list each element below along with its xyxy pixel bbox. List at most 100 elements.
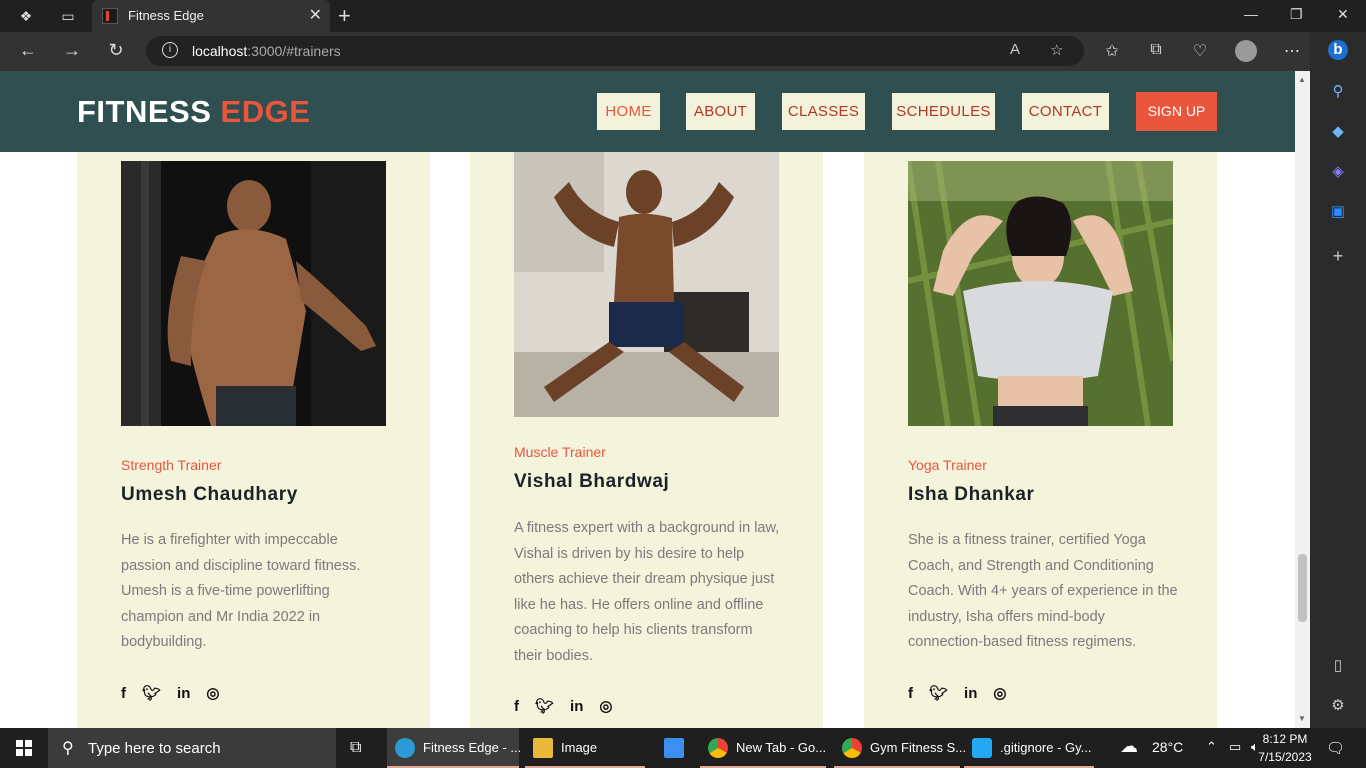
linkedin-icon[interactable]: in <box>177 685 190 702</box>
twitter-icon[interactable]: 🐦︎ <box>142 684 161 702</box>
nav-about[interactable]: ABOUT <box>686 93 755 130</box>
taskbar-app-label: .gitignore - Gy... <box>1000 740 1092 755</box>
trainer-role: Muscle Trainer <box>514 444 606 460</box>
minimize-icon[interactable]: — <box>1244 6 1258 22</box>
address-toolbar: ← → ↻ i localhost:3000/#trainers A ☆ ✩ ⧉… <box>0 32 1366 71</box>
bing-icon[interactable]: b <box>1328 40 1348 60</box>
new-tab-icon[interactable]: + <box>338 3 351 29</box>
taskbar-search-placeholder: Type here to search <box>88 740 221 757</box>
notifications-icon[interactable]: 🗨︎ <box>1326 739 1345 757</box>
trainer-photo <box>908 161 1173 426</box>
trainer-name: Vishal Bhardwaj <box>514 471 670 492</box>
add-sidebar-icon[interactable]: + <box>1328 246 1348 266</box>
taskbar-app-store[interactable] <box>656 728 692 768</box>
taskbar-app-chrome[interactable]: New Tab - Go... <box>700 728 826 768</box>
nav-classes[interactable]: CLASSES <box>782 93 865 130</box>
trainer-photo <box>514 152 779 417</box>
task-view-icon[interactable]: ⧉ <box>350 739 361 757</box>
instagram-icon[interactable]: ◎ <box>206 684 219 702</box>
clock-time[interactable]: 8:12 PM <box>1260 732 1310 746</box>
taskbar-search[interactable]: ⚲ Type here to search <box>48 728 336 768</box>
site-logo[interactable]: FITNESS EDGE <box>77 94 310 130</box>
twitter-icon[interactable]: 🐦︎ <box>535 697 554 715</box>
tray-chevron-icon[interactable]: ⌃ <box>1206 739 1217 755</box>
instagram-icon[interactable]: ◎ <box>599 697 612 715</box>
restore-icon[interactable]: ❐ <box>1290 6 1303 23</box>
chrome-icon <box>708 738 728 758</box>
search-icon: ⚲ <box>62 740 74 757</box>
store-icon <box>664 738 684 758</box>
forward-icon[interactable]: → <box>60 40 84 61</box>
trainer-card: Muscle Trainer Vishal Bhardwaj A fitness… <box>470 131 823 728</box>
page-scrollbar[interactable]: ▲ ▼ <box>1295 71 1310 728</box>
outlook-icon[interactable]: ▣ <box>1328 202 1348 222</box>
site-favicon <box>102 8 118 24</box>
social-links: f 🐦︎ in ◎ <box>514 697 628 715</box>
trainer-role: Strength Trainer <box>121 457 222 473</box>
browser-tab-bar: ❖ ▭ Fitness Edge ✕ + — ❐ ✕ <box>0 0 1366 32</box>
taskbar-app-edge[interactable]: Fitness Edge - ... <box>387 728 521 768</box>
trainer-name: Isha Dhankar <box>908 484 1035 505</box>
weather-temp[interactable]: 28°C <box>1152 739 1183 755</box>
window-close-icon[interactable]: ✕ <box>1337 6 1349 23</box>
close-tab-icon[interactable]: ✕ <box>309 5 322 25</box>
clock-date[interactable]: 7/15/2023 <box>1255 750 1315 764</box>
shopping-tag-icon[interactable]: ◆ <box>1328 122 1348 142</box>
windows-taskbar: ⚲ Type here to search ⧉ Fitness Edge - .… <box>0 728 1366 768</box>
facebook-icon[interactable]: f <box>908 685 913 702</box>
signup-button[interactable]: SIGN UP <box>1136 92 1217 131</box>
trainer-name: Umesh Chaudhary <box>121 484 298 505</box>
trainer-card: Yoga Trainer Isha Dhankar She is a fitne… <box>864 131 1217 728</box>
workspaces-icon[interactable]: ❖ <box>16 6 36 26</box>
search-icon[interactable]: ⚲ <box>1328 82 1348 102</box>
browser-sidebar: b ⚲ ◆ ◈ ▣ + ▯ ⚙ <box>1310 32 1366 728</box>
address-bar[interactable]: i localhost:3000/#trainers A ☆ <box>146 36 1084 66</box>
taskbar-app-label: Gym Fitness S... <box>870 740 967 755</box>
site-info-icon[interactable]: i <box>162 42 178 58</box>
twitter-icon[interactable]: 🐦︎ <box>929 684 948 702</box>
refresh-icon[interactable]: ↻ <box>104 40 128 61</box>
trainer-bio: She is a fitness trainer, certified Yoga… <box>908 532 1178 650</box>
profile-avatar[interactable] <box>1235 40 1257 62</box>
taskbar-app-label: New Tab - Go... <box>736 740 827 755</box>
weather-icon[interactable]: ☁ <box>1120 736 1138 757</box>
sidebar-settings-icon[interactable]: ⚙ <box>1328 696 1348 716</box>
scroll-down-icon[interactable]: ▼ <box>1298 714 1306 723</box>
tools-icon[interactable]: ◈ <box>1328 162 1348 182</box>
trainer-photo <box>121 161 386 426</box>
facebook-icon[interactable]: f <box>121 685 126 702</box>
tab-actions-icon[interactable]: ▭ <box>58 6 78 26</box>
trainer-card: Strength Trainer Umesh Chaudhary He is a… <box>77 131 430 728</box>
chrome-icon <box>842 738 862 758</box>
back-icon[interactable]: ← <box>16 40 40 61</box>
taskbar-app-chrome-profile[interactable]: Gym Fitness S... <box>834 728 966 768</box>
scrollbar-thumb[interactable] <box>1298 554 1307 622</box>
social-links: f 🐦︎ in ◎ <box>121 684 235 702</box>
url-text[interactable]: localhost:3000/#trainers <box>192 43 341 59</box>
page-viewport: FITNESS EDGE HOME ABOUT CLASSES SCHEDULE… <box>0 71 1295 728</box>
trainer-bio: He is a firefighter with impeccable pass… <box>121 532 361 650</box>
read-aloud-icon[interactable]: A <box>1010 41 1020 58</box>
linkedin-icon[interactable]: in <box>964 685 977 702</box>
collections-icon[interactable]: ⧉ <box>1145 41 1167 59</box>
taskbar-app-explorer[interactable]: Image <box>525 728 645 768</box>
taskbar-app-vscode[interactable]: .gitignore - Gy... <box>964 728 1094 768</box>
battery-icon[interactable]: ▭ <box>1229 739 1241 755</box>
instagram-icon[interactable]: ◎ <box>993 684 1006 702</box>
vscode-icon <box>972 738 992 758</box>
favorite-star-icon[interactable]: ☆ <box>1050 41 1063 59</box>
site-header: FITNESS EDGE HOME ABOUT CLASSES SCHEDULE… <box>0 71 1295 152</box>
windows-start-icon[interactable] <box>16 740 32 756</box>
folder-icon <box>533 738 553 758</box>
favorites-icon[interactable]: ✩ <box>1101 41 1123 61</box>
browser-tab-active[interactable]: Fitness Edge ✕ <box>92 0 330 32</box>
performance-icon[interactable]: ♡ <box>1189 41 1211 61</box>
nav-home[interactable]: HOME <box>597 93 660 130</box>
linkedin-icon[interactable]: in <box>570 698 583 715</box>
scroll-up-icon[interactable]: ▲ <box>1298 75 1306 84</box>
sidebar-toggle-icon[interactable]: ▯ <box>1328 656 1348 676</box>
nav-contact[interactable]: CONTACT <box>1022 93 1109 130</box>
settings-more-icon[interactable]: ⋯ <box>1281 41 1303 61</box>
facebook-icon[interactable]: f <box>514 698 519 715</box>
nav-schedules[interactable]: SCHEDULES <box>892 93 995 130</box>
